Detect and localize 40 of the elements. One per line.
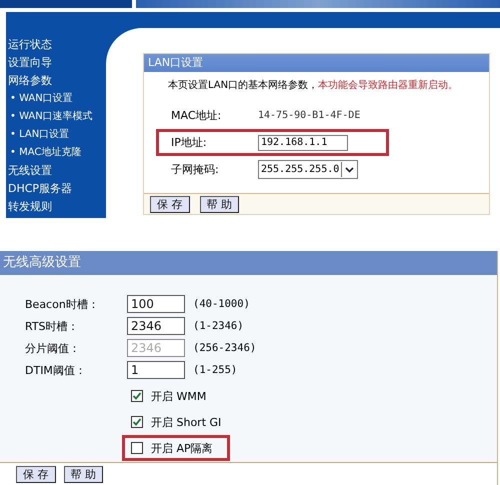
mac-value: 14-75-90-B1-4F-DE — [258, 110, 360, 121]
menu-item[interactable]: 无线设置 — [6, 162, 106, 180]
panel-title: 无线高级设置 — [0, 251, 497, 275]
help-button[interactable]: 帮 助 — [200, 196, 239, 212]
number-input-field[interactable]: 1 — [127, 361, 185, 379]
field-label: 子网掩码: — [171, 162, 220, 177]
field-label: DTIM阈值： — [25, 362, 87, 378]
menu-item[interactable]: • WAN口速率模式 — [6, 108, 106, 126]
menu-item[interactable]: • WAN口设置 — [6, 90, 106, 108]
field-label: RTS时槽： — [25, 318, 80, 334]
menu-item[interactable]: 网络参数 — [6, 72, 106, 90]
ip-input-field[interactable]: 192.168.1.1 — [258, 134, 348, 150]
menu-item[interactable]: 运行状态 — [6, 36, 106, 54]
menu-item[interactable]: • LAN口设置 — [6, 126, 106, 144]
description-text: 本页设置LAN口的基本网络参数，本功能会导致路由器重新启动。 — [168, 79, 460, 92]
field-label: IP地址: — [171, 135, 208, 150]
field-label: MAC地址: — [171, 108, 222, 123]
checkbox[interactable] — [131, 416, 143, 428]
field-label: Beacon时槽： — [25, 296, 100, 312]
panel-title: LAN口设置 — [144, 54, 489, 72]
range-hint: (1-255) — [193, 364, 238, 376]
range-hint: (40-1000) — [193, 298, 250, 310]
save-button[interactable]: 保 存 — [150, 196, 190, 212]
range-hint: (256-2346) — [193, 342, 256, 354]
menu-item[interactable]: 转发规则 — [6, 198, 106, 216]
mask-dropdown[interactable]: 255.255.255.0 — [258, 160, 358, 179]
help-button[interactable]: 帮 助 — [64, 466, 103, 482]
range-hint: (1-2346) — [193, 320, 244, 332]
menu-item[interactable]: DHCP服务器 — [6, 180, 106, 198]
menu-item[interactable]: • MAC地址克隆 — [6, 144, 106, 162]
checkbox[interactable] — [131, 390, 143, 402]
checkbox-label: 开启 AP隔离 — [151, 440, 213, 456]
checkbox-label: 开启 Short GI — [151, 414, 222, 430]
menu-item[interactable]: 设置向导 — [6, 54, 106, 72]
number-input-field[interactable]: 2346 — [127, 317, 185, 335]
checkbox[interactable] — [131, 442, 143, 454]
field-label: 分片阈值： — [25, 340, 81, 356]
number-input-field[interactable]: 100 — [127, 295, 185, 313]
save-button[interactable]: 保 存 — [16, 466, 56, 482]
checkbox-label: 开启 WMM — [151, 388, 206, 404]
